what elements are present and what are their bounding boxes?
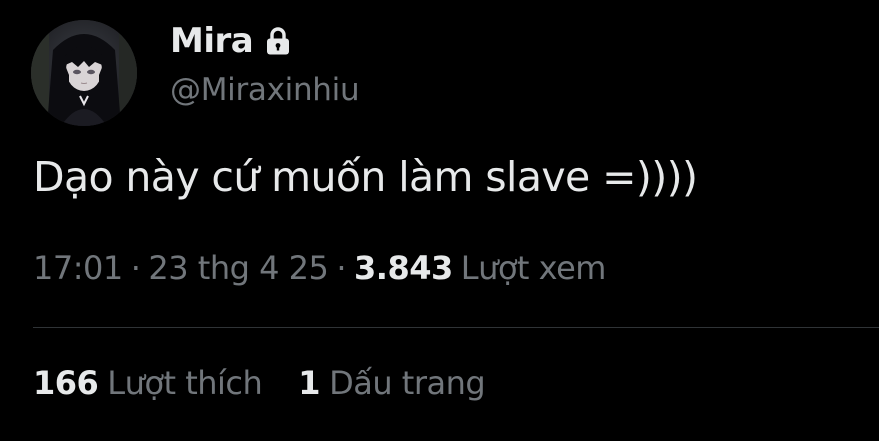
display-name[interactable]: Mira (170, 21, 254, 61)
bookmarks-stat[interactable]: 1 Dấu trang (298, 364, 485, 402)
avatar[interactable] (31, 20, 137, 126)
tweet-date[interactable]: 23 thg 4 25 (148, 249, 328, 287)
bookmarks-label: Dấu trang (329, 364, 486, 402)
likes-count: 166 (33, 364, 99, 402)
tweet-stats: 166 Lượt thích 1 Dấu trang (33, 364, 486, 402)
divider (33, 327, 879, 328)
views-count[interactable]: 3.843 (354, 249, 453, 287)
tweet-detail: Mira @Miraxinhiu Dạo này cứ muốn làm sla… (0, 0, 879, 441)
author-name-row: Mira (170, 19, 291, 63)
likes-label: Lượt thích (107, 364, 263, 402)
views-label[interactable]: Lượt xem (461, 249, 607, 287)
meta-separator: · (336, 249, 347, 287)
meta-separator: · (130, 249, 141, 287)
likes-stat[interactable]: 166 Lượt thích (33, 364, 263, 402)
tweet-text: Dạo này cứ muốn làm slave =)))) (33, 153, 698, 201)
author-handle[interactable]: @Miraxinhiu (170, 72, 360, 108)
tweet-time[interactable]: 17:01 (33, 249, 123, 287)
bookmarks-count: 1 (298, 364, 321, 402)
tweet-meta: 17:01 · 23 thg 4 25 · 3.843 Lượt xem (33, 249, 606, 287)
lock-icon (265, 26, 291, 56)
